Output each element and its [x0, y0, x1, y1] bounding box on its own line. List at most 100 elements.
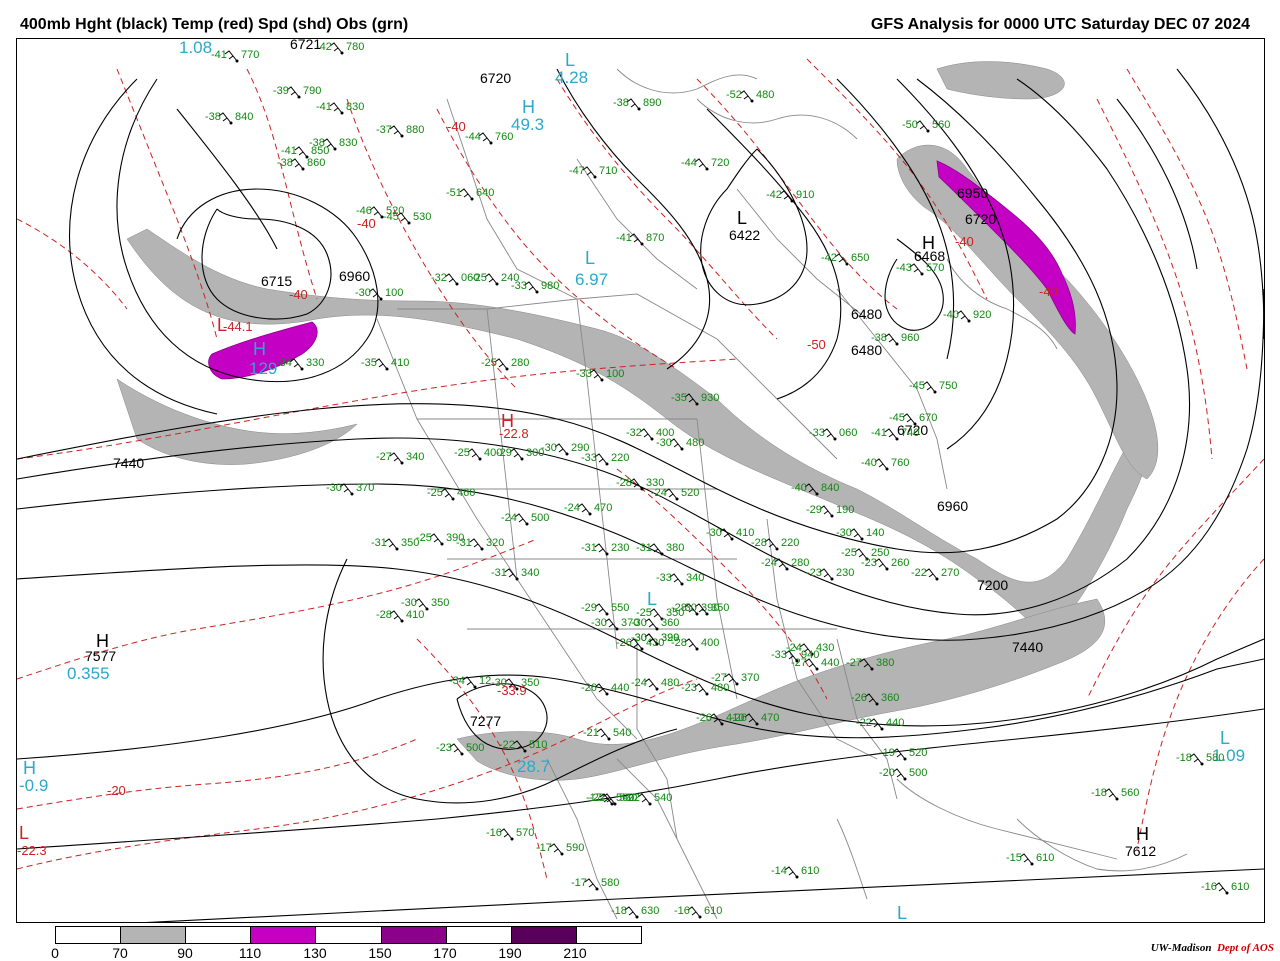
station-plot: -33 060: [809, 427, 857, 441]
station-plot: -28 410: [376, 609, 424, 623]
obs-temperature: -15: [1006, 852, 1022, 864]
obs-height: 400: [701, 637, 719, 649]
obs-height: 230: [611, 542, 629, 554]
obs-height: 710: [599, 165, 617, 177]
obs-temperature: -26: [616, 637, 632, 649]
jet-band-north-top: [936, 61, 1065, 100]
obs-temperature: -38: [871, 332, 887, 344]
station-plot: -38 960: [871, 332, 919, 346]
obs-height: 270: [941, 567, 959, 579]
obs-height: 540: [654, 792, 672, 804]
obs-temperature: -24: [761, 557, 777, 569]
obs-temperature: -41: [871, 427, 887, 439]
obs-temperature: -24: [651, 487, 667, 499]
obs-height: 760: [891, 457, 909, 469]
obs-height: 840: [821, 482, 839, 494]
obs-temperature: -31: [491, 567, 507, 579]
colorbar-segment: [121, 927, 187, 943]
obs-height: 220: [611, 452, 629, 464]
obs-temperature: -20: [879, 767, 895, 779]
obs-height: 610: [1231, 881, 1249, 893]
colorbar-segment: [511, 927, 577, 943]
temp-label: -40: [1039, 284, 1058, 299]
temp-label: -40: [447, 119, 466, 134]
obs-temperature: -28: [751, 537, 767, 549]
height-contours: [17, 68, 1264, 922]
low-symbol: L: [897, 903, 907, 922]
obs-height: 580: [1206, 752, 1224, 764]
obs-temperature: -38: [613, 97, 629, 109]
obs-height: 350: [711, 602, 729, 614]
extrema-value: 4.28: [555, 68, 588, 87]
obs-temperature: -28: [376, 609, 392, 621]
obs-height: 570: [516, 827, 534, 839]
obs-height: 850: [311, 145, 329, 157]
station-plot: -23 260: [861, 557, 909, 571]
station-plot: -37 880: [376, 124, 424, 138]
obs-height: 100: [385, 287, 403, 299]
station-plot: -29 550: [581, 602, 629, 616]
obs-temperature: -41: [316, 101, 332, 113]
extrema-value: -0.9: [19, 776, 48, 795]
station-plot: -27 370: [711, 672, 759, 686]
extrema-value: 0.355: [67, 664, 110, 683]
station-plot: -29 190: [806, 504, 854, 518]
obs-temperature: -26: [696, 712, 712, 724]
temp-label: -40: [955, 234, 974, 249]
obs-height: 320: [661, 632, 679, 644]
obs-temperature: -50: [902, 119, 918, 131]
low-symbol: L: [647, 589, 657, 609]
obs-temperature: -33: [809, 427, 825, 439]
obs-height: 230: [836, 567, 854, 579]
obs-temperature: -26: [581, 682, 597, 694]
station-plot: -41 830: [316, 101, 364, 115]
obs-temperature: -40: [861, 457, 877, 469]
obs-height: 240: [501, 272, 519, 284]
obs-height: 480: [756, 89, 774, 101]
temp-label: -50: [807, 337, 826, 352]
obs-height: 540: [613, 727, 631, 739]
station-plot: -41 870: [616, 232, 664, 246]
obs-height: 640: [476, 187, 494, 199]
station-plot: -15 610: [1006, 852, 1054, 866]
station-plot: -24 280: [761, 557, 809, 571]
obs-height: 350: [521, 677, 539, 689]
low-symbol: L: [565, 50, 575, 70]
obs-temperature: -16: [486, 827, 502, 839]
obs-temperature: -52: [726, 89, 742, 101]
station-plot: -18 580: [1176, 752, 1224, 766]
obs-temperature: -42: [316, 41, 332, 53]
obs-height: 790: [303, 85, 321, 97]
obs-temperature: -30: [326, 482, 342, 494]
obs-height: 190: [836, 504, 854, 516]
obs-height: 570: [926, 262, 944, 274]
obs-temperature: -30: [631, 617, 647, 629]
obs-height: 510: [529, 739, 547, 751]
station-plot: -33 220: [581, 452, 629, 466]
obs-height: 560: [932, 119, 950, 131]
obs-height: 720: [711, 157, 729, 169]
obs-height: 370: [356, 482, 374, 494]
station-plot: -17 580: [571, 877, 619, 891]
station-plot: -35 410: [361, 357, 409, 371]
station-plot: -38 860: [277, 157, 325, 171]
station-plot: -31 350: [371, 537, 419, 551]
obs-temperature: -37: [376, 124, 392, 136]
weather-map: 6721 6720 6715 6960 6422 6468 6480 6480 …: [16, 38, 1265, 923]
station-plot: -25 280: [481, 357, 529, 371]
temp-label: -40: [289, 287, 308, 302]
station-plot: -14 610: [771, 865, 819, 879]
obs-temperature: -41: [211, 49, 227, 61]
obs-height: 330: [306, 357, 324, 369]
obs-height: 140: [866, 527, 884, 539]
height-label: 7277: [470, 713, 501, 729]
station-plot: -30 100: [355, 287, 403, 301]
obs-temperature: -44: [465, 131, 481, 143]
colorbar-tick: 210: [563, 945, 587, 961]
obs-temperature: -30: [681, 602, 697, 614]
colorbar-tick: 190: [498, 945, 522, 961]
obs-temperature: -17: [536, 842, 552, 854]
obs-height: 560: [1121, 787, 1139, 799]
height-label: 6480: [851, 342, 882, 358]
obs-temperature: -38: [277, 157, 293, 169]
